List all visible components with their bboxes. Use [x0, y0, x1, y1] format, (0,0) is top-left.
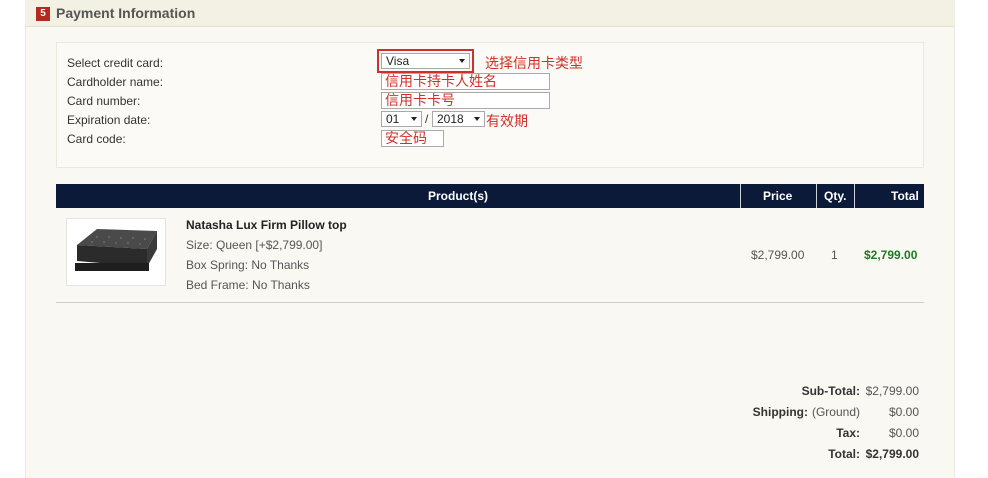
expiration-annotation: 有效期 — [486, 113, 528, 129]
exp-month-value: 01 — [386, 112, 400, 126]
chevron-down-icon — [411, 117, 417, 121]
header-divider — [816, 184, 817, 208]
header-products: Product(s) — [428, 189, 488, 203]
header-divider — [854, 184, 855, 208]
product-detail-box-spring: Box Spring: No Thanks — [186, 258, 310, 272]
row-divider — [56, 302, 924, 303]
tax-label: Tax: — [836, 426, 860, 440]
shipping-method: (Ground) — [811, 405, 860, 419]
subtotal-label: Sub-Total: — [801, 384, 860, 398]
chevron-down-icon — [459, 59, 465, 63]
product-detail-bed-frame: Bed Frame: No Thanks — [186, 278, 310, 292]
exp-year-select[interactable]: 2018 — [432, 111, 485, 127]
label-card-code: Card code: — [67, 132, 126, 146]
shipping-value: $0.00 — [888, 405, 919, 419]
product-qty: 1 — [831, 248, 838, 262]
product-line-total: $2,799.00 — [864, 248, 918, 262]
product-detail-size: Size: Queen [+$2,799.00] — [186, 238, 323, 252]
section-title: Payment Information — [56, 5, 196, 21]
exp-separator: / — [425, 112, 429, 126]
card-number-input[interactable]: 信用卡卡号 — [381, 92, 550, 109]
label-cardholder: Cardholder name: — [67, 75, 164, 89]
cardholder-name-input[interactable]: 信用卡持卡人姓名 — [381, 73, 550, 90]
card-code-input[interactable]: 安全码 — [381, 130, 444, 147]
product-image-mattress — [66, 218, 166, 286]
card-type-value: Visa — [386, 54, 410, 68]
label-card-number: Card number: — [67, 94, 141, 108]
product-name: Natasha Lux Firm Pillow top — [186, 218, 347, 232]
product-price: $2,799.00 — [751, 248, 805, 262]
subtotal-value: $2,799.00 — [865, 384, 919, 398]
exp-month-select[interactable]: 01 — [381, 111, 422, 127]
header-price: Price — [763, 189, 793, 203]
exp-year-value: 2018 — [437, 112, 464, 126]
header-divider — [740, 184, 741, 208]
chevron-down-icon — [474, 117, 480, 121]
label-credit-card: Select credit card: — [67, 56, 164, 70]
header-total: Total — [891, 189, 919, 203]
card-type-select[interactable]: Visa — [381, 53, 470, 69]
header-qty: Qty. — [824, 189, 847, 203]
card-type-annotation: 选择信用卡类型 — [485, 55, 583, 71]
step-number-badge: 5 — [36, 7, 50, 21]
shipping-label: Shipping: — [752, 405, 808, 419]
label-expiration: Expiration date: — [67, 113, 151, 127]
tax-value: $0.00 — [888, 426, 919, 440]
products-table-header: Product(s) Price Qty. Total — [56, 184, 924, 208]
total-label: Total: — [828, 447, 860, 461]
order-total-value: $2,799.00 — [865, 447, 919, 461]
